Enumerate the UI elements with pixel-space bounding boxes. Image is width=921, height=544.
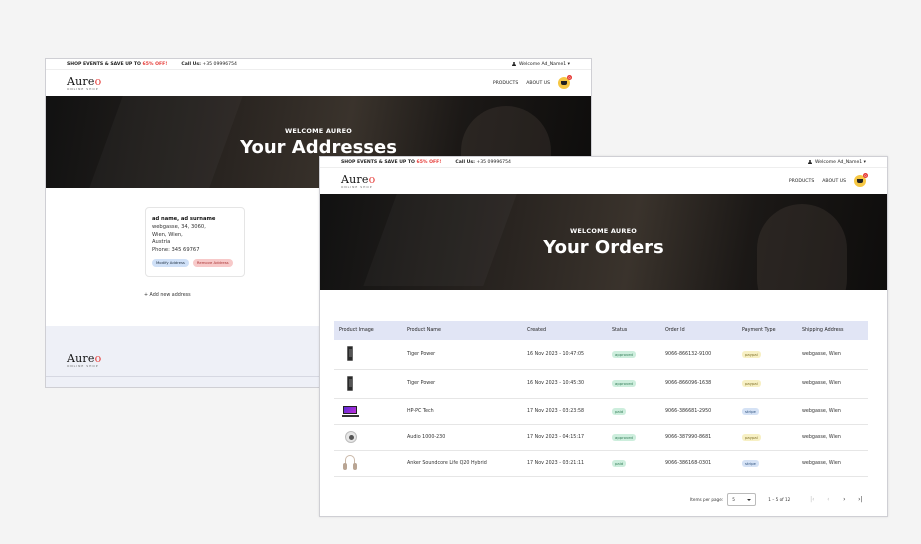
address-card: ad name, ad surname webgasse, 34, 3060, … xyxy=(145,207,245,277)
user-icon xyxy=(808,159,812,165)
column-header[interactable]: Shipping Address xyxy=(797,321,868,340)
hero-banner: WELCOME AUREO Your Orders xyxy=(320,194,887,290)
next-page-button[interactable]: › xyxy=(836,496,852,503)
call-us: Call Us: +35 09996754 xyxy=(181,61,237,67)
hero-welcome: WELCOME AUREO xyxy=(570,226,637,235)
address-line: Austria xyxy=(152,239,171,246)
product-name: HP-PC Tech xyxy=(407,408,434,414)
modify-address-button[interactable]: Modify Address xyxy=(152,258,189,267)
nav-products[interactable]: PRODUCTS xyxy=(789,179,814,184)
table-row[interactable]: Audio 1000-230 17 Nov 2023 - 04:15:17 ap… xyxy=(334,424,868,450)
product-image-phone xyxy=(342,345,358,363)
logo[interactable]: Aureo ONLINE SHOP xyxy=(67,76,101,91)
address-name: ad name, ad surname xyxy=(152,216,216,222)
payment-badge: stripe xyxy=(742,407,759,415)
payment-badge: paypal xyxy=(742,380,761,387)
product-image-phone xyxy=(342,375,358,393)
product-name: Tiger Power xyxy=(407,381,436,386)
product-image-headphones xyxy=(342,454,358,472)
hero-welcome: WELCOME AUREO xyxy=(285,126,352,135)
order-id: 9066-386681-2950 xyxy=(665,408,712,414)
cart-count-badge: 0 xyxy=(863,173,868,178)
cart-icon xyxy=(857,179,863,183)
created-date: 16 Nov 2023 - 10:47:05 xyxy=(527,351,585,357)
order-id: 9066-387990-8681 xyxy=(665,434,712,440)
table-row[interactable]: Tiger Power 16 Nov 2023 - 10:45:30 appro… xyxy=(334,369,868,398)
column-header[interactable]: Product Name xyxy=(402,321,522,340)
payment-badge: paypal xyxy=(742,433,761,441)
orders-page-window: SHOP EVENTS & SAVE UP TO 65% OFF! Call U… xyxy=(319,156,888,517)
product-image-laptop xyxy=(342,402,359,420)
cart-button[interactable]: 0 xyxy=(854,173,868,187)
shipping-address: webgasse, Wien xyxy=(802,351,841,357)
shipping-address: webgasse, Wien xyxy=(802,408,841,414)
hero-banner: WELCOME AUREO Your Addresses xyxy=(46,96,591,188)
order-id: 9066-866132-9100 xyxy=(665,351,712,357)
payment-badge: paypal xyxy=(742,350,761,358)
cart-icon xyxy=(561,81,567,85)
column-header[interactable]: Order Id xyxy=(660,321,737,340)
table-row[interactable]: HP-PC Tech 17 Nov 2023 - 03:23:58 paid 9… xyxy=(334,398,868,424)
remove-address-button[interactable]: Remove Address xyxy=(192,258,233,267)
status-badge: approved xyxy=(612,350,636,358)
status-badge: paid xyxy=(612,407,627,415)
items-per-page-select[interactable]: 5 xyxy=(727,493,757,506)
table-row[interactable]: Anker Soundcore Life Q20 Hybrid 17 Nov 2… xyxy=(334,450,868,476)
user-menu[interactable]: Welcome Ad_Name1 ▾ xyxy=(512,61,570,67)
nav-about-us[interactable]: ABOUT US xyxy=(822,179,846,184)
address-line: webgasse, 34, 3060, xyxy=(152,223,206,230)
column-header[interactable]: Product Image xyxy=(334,321,402,340)
status-badge: approved xyxy=(612,380,636,387)
chevron-down-icon xyxy=(747,498,752,501)
payment-badge: stripe xyxy=(742,459,759,467)
product-name: Anker Soundcore Life Q20 Hybrid xyxy=(407,460,487,466)
main-nav: Aureo ONLINE SHOP PRODUCTS ABOUT US 0 xyxy=(46,69,591,96)
shipping-address: webgasse, Wien xyxy=(802,460,841,466)
footer-logo[interactable]: Aureo ONLINE SHOP xyxy=(67,353,101,368)
nav-about-us[interactable]: ABOUT US xyxy=(526,81,550,86)
top-bar: SHOP EVENTS & SAVE UP TO 65% OFF! Call U… xyxy=(46,59,591,69)
last-page-button[interactable]: ›| xyxy=(852,496,868,503)
status-badge: approved xyxy=(612,433,636,441)
column-header[interactable]: Payment Type xyxy=(737,321,797,340)
order-id: 9066-866096-1638 xyxy=(665,381,712,386)
first-page-button[interactable]: |‹ xyxy=(804,496,820,503)
created-date: 17 Nov 2023 - 03:23:58 xyxy=(527,408,585,414)
cart-count-badge: 0 xyxy=(567,75,572,80)
cart-button[interactable]: 0 xyxy=(558,75,572,89)
product-image-speaker xyxy=(342,428,358,446)
created-date: 17 Nov 2023 - 03:21:11 xyxy=(527,460,585,466)
page-title: Your Addresses xyxy=(240,136,397,158)
column-header[interactable]: Status xyxy=(607,321,660,340)
shipping-address: webgasse, Wien xyxy=(802,434,841,440)
table-header-row: Product Image Product Name Created Statu… xyxy=(334,321,868,340)
orders-table: Product Image Product Name Created Statu… xyxy=(334,321,868,477)
shipping-address: webgasse, Wien xyxy=(802,381,841,386)
order-id: 9066-386168-0301 xyxy=(665,460,712,466)
column-header[interactable]: Created xyxy=(522,321,607,340)
orders-table-container: Product Image Product Name Created Statu… xyxy=(334,321,868,477)
user-menu[interactable]: Welcome Ad_Name1 ▾ xyxy=(808,159,866,165)
nav-products[interactable]: PRODUCTS xyxy=(493,81,518,86)
address-phone: Phone: 345 69767 xyxy=(152,247,200,254)
user-icon xyxy=(512,61,516,67)
table-row[interactable]: Tiger Power 16 Nov 2023 - 10:47:05 appro… xyxy=(334,340,868,369)
product-name: Tiger Power xyxy=(407,351,436,357)
status-badge: paid xyxy=(612,459,627,467)
paginator: Items per page: 5 1 – 5 of 12 |‹ ‹ › ›| xyxy=(690,493,868,506)
created-date: 17 Nov 2023 - 04:15:17 xyxy=(527,434,585,440)
address-line: Wien, Wien, xyxy=(152,231,183,238)
range-label: 1 – 5 of 12 xyxy=(768,497,791,502)
items-per-page-label: Items per page: xyxy=(690,497,724,502)
created-date: 16 Nov 2023 - 10:45:30 xyxy=(527,381,585,386)
previous-page-button[interactable]: ‹ xyxy=(820,496,836,503)
product-name: Audio 1000-230 xyxy=(407,434,446,440)
page-title: Your Orders xyxy=(543,236,664,258)
add-address-link[interactable]: + Add new address xyxy=(144,293,191,298)
promo-text: SHOP EVENTS & SAVE UP TO 65% OFF! xyxy=(67,61,168,67)
